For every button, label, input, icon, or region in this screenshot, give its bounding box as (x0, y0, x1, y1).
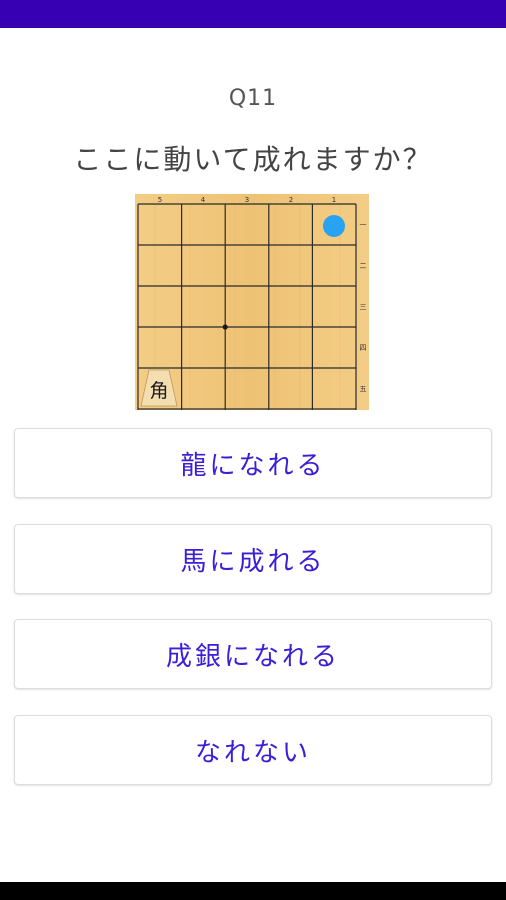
bishop-piece-label: 角 (149, 380, 168, 402)
rank-label-5: 五 (360, 385, 367, 393)
answer-label: 龍になれる (180, 450, 326, 481)
answer-label: なれない (194, 737, 311, 768)
rank-label-2: 二 (360, 262, 367, 270)
file-label-1: 1 (332, 196, 336, 204)
file-label-2: 2 (289, 196, 293, 204)
status-bar (0, 0, 506, 28)
file-label-3: 3 (245, 196, 249, 204)
answer-label: 馬に成れる (180, 546, 326, 577)
answer-button-1[interactable]: 龍になれる (14, 428, 492, 498)
answer-button-4[interactable]: なれない (14, 715, 492, 785)
rank-label-4: 四 (360, 344, 367, 352)
navigation-bar (0, 882, 506, 900)
file-label-4: 4 (201, 196, 206, 204)
rank-label-3: 三 (360, 303, 367, 311)
rank-label-1: 一 (360, 221, 367, 229)
star-point (222, 324, 228, 330)
shogi-board: 5 4 3 2 1 一 二 三 四 五 角 (135, 194, 369, 410)
question-number: Q11 (228, 86, 278, 111)
answer-button-3[interactable]: 成銀になれる (14, 619, 492, 689)
answer-button-2[interactable]: 馬に成れる (14, 524, 492, 594)
file-label-5: 5 (158, 196, 162, 204)
question-prompt: ここに動いて成れますか？ (73, 143, 433, 176)
target-dot-icon[interactable] (323, 215, 345, 237)
answer-label: 成銀になれる (165, 641, 340, 672)
